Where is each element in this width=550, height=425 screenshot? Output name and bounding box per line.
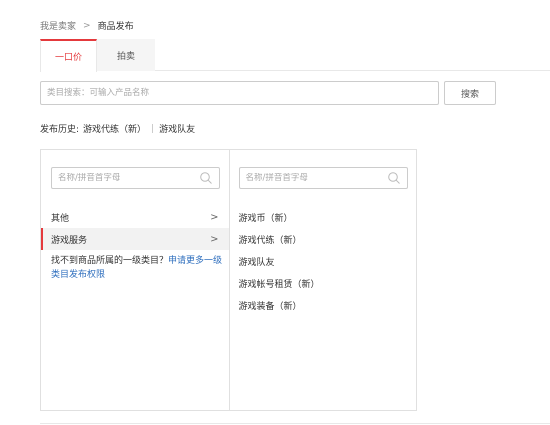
subcategory-item[interactable]: 游戏代练（新）: [239, 228, 320, 250]
subcategory-item[interactable]: 游戏队友: [239, 250, 320, 272]
category-help-hint: 找不到商品所属的一级类目？申请更多一级类目发布权限: [51, 254, 223, 282]
category-search-input[interactable]: [40, 81, 439, 105]
breadcrumb-seller-link[interactable]: 我是卖家: [40, 19, 76, 32]
history-label: 发布历史:: [40, 125, 80, 135]
chevron-right-icon: >: [210, 211, 219, 223]
level2-search-input[interactable]: [245, 173, 387, 183]
history-divider: [152, 124, 154, 133]
category-selector-panel: 其他 > 游戏服务 > 找不到商品所属的一级类目？申请更多一级类目发布权限 游戏…: [40, 149, 417, 411]
chevron-right-icon: >: [210, 233, 219, 245]
category-item-other[interactable]: 其他 >: [41, 206, 229, 228]
history-item[interactable]: 游戏代练（新）: [83, 122, 146, 135]
level1-search-input[interactable]: [58, 173, 199, 183]
level2-search-box: [238, 167, 408, 189]
level2-category-list: 游戏币（新） 游戏代练（新） 游戏队友 游戏帐号租赁（新） 游戏装备（新）: [239, 206, 320, 316]
subcategory-item[interactable]: 游戏币（新）: [239, 206, 320, 228]
search-icon[interactable]: [387, 171, 401, 185]
level1-category-list: 其他 > 游戏服务 >: [41, 206, 229, 250]
tab-auction[interactable]: 拍卖: [97, 39, 155, 71]
level1-category-column: 其他 > 游戏服务 > 找不到商品所属的一级类目？申请更多一级类目发布权限: [41, 150, 230, 410]
category-item-game-services[interactable]: 游戏服务 >: [41, 228, 229, 250]
history-item[interactable]: 游戏队友: [159, 122, 195, 135]
subcategory-item[interactable]: 游戏帐号租赁（新）: [239, 272, 320, 294]
breadcrumb-separator: >: [83, 20, 91, 31]
subcategory-item[interactable]: 游戏装备（新）: [239, 294, 320, 316]
search-icon[interactable]: [199, 171, 213, 185]
level1-search-box: [51, 167, 220, 189]
tab-bar: 一口价 拍卖: [40, 39, 550, 72]
search-button[interactable]: 搜索: [444, 81, 496, 105]
hint-text: 找不到商品所属的一级类目？: [51, 256, 169, 266]
publish-history: 发布历史: 游戏代练（新） 游戏队友: [40, 122, 195, 135]
category-item-label: 其他: [51, 213, 70, 224]
category-search-row: 搜索: [40, 81, 496, 105]
level2-category-column: 游戏币（新） 游戏代练（新） 游戏队友 游戏帐号租赁（新） 游戏装备（新）: [230, 150, 417, 410]
divider: [40, 423, 550, 424]
tab-fixed-price[interactable]: 一口价: [40, 39, 97, 72]
breadcrumb: 我是卖家 > 商品发布: [40, 19, 134, 33]
breadcrumb-current: 商品发布: [97, 22, 134, 32]
category-item-label: 游戏服务: [51, 235, 88, 246]
